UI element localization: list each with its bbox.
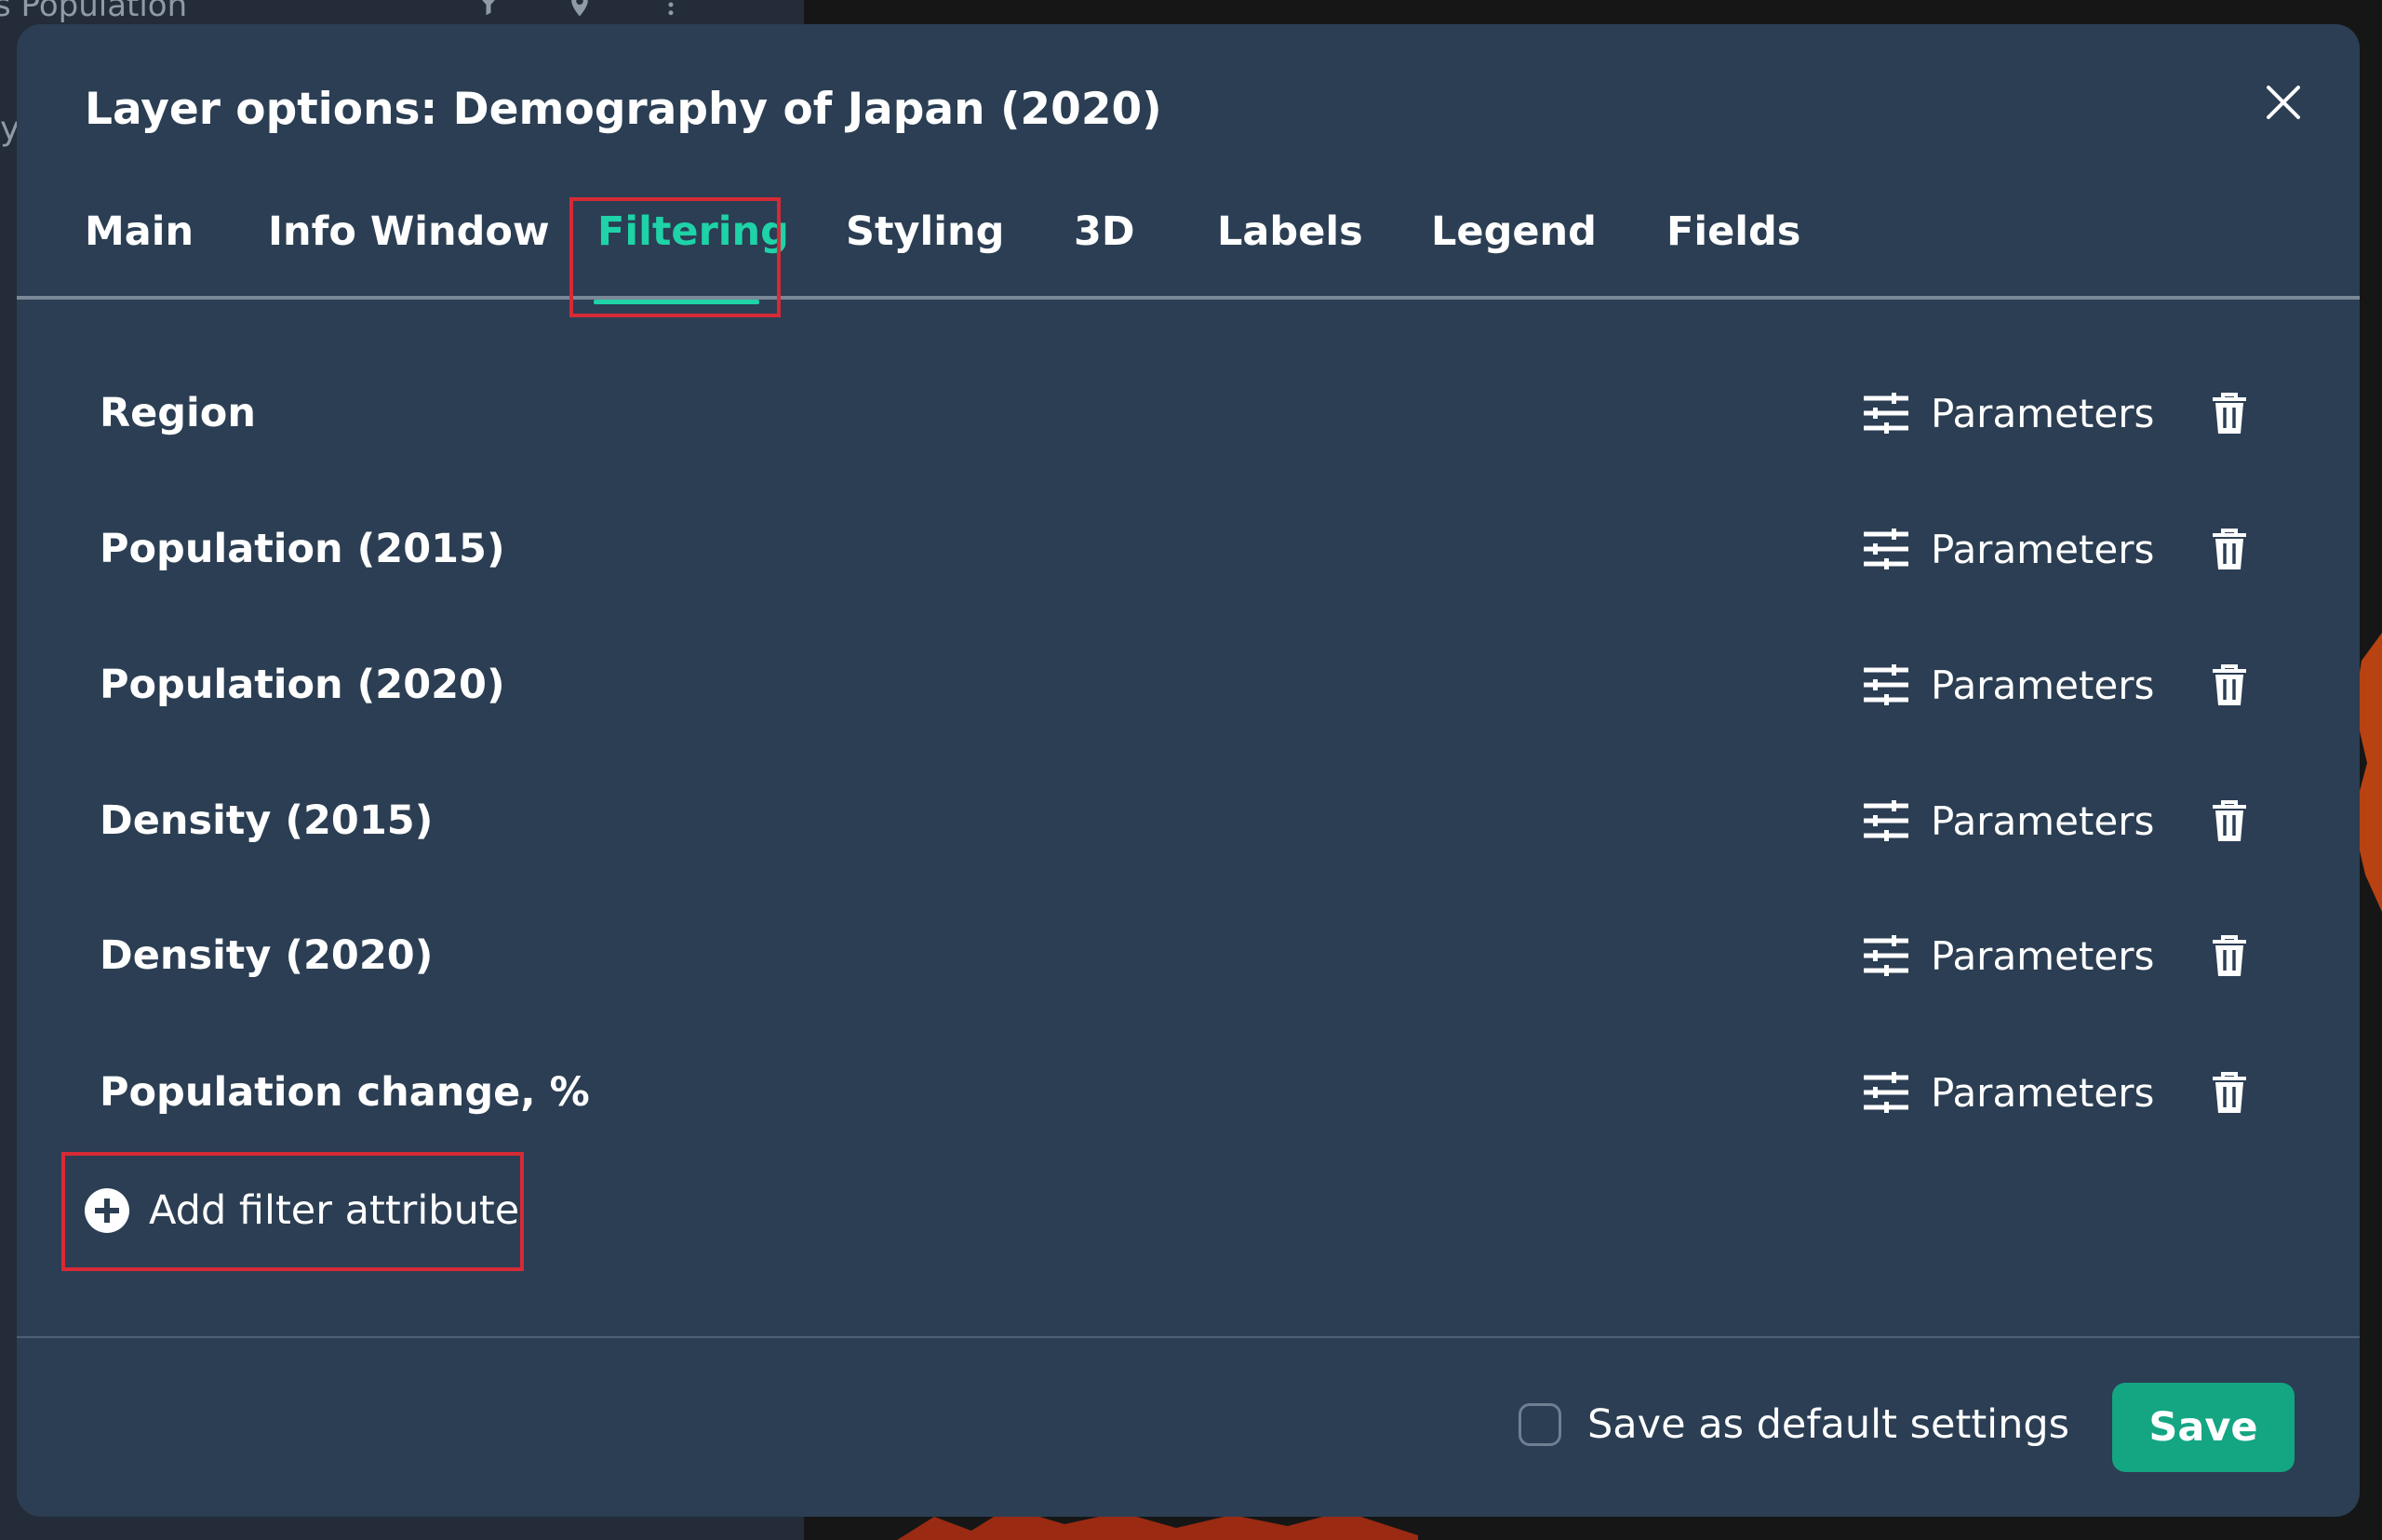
background-panel-title: s Population	[0, 0, 188, 24]
tab-fields[interactable]: Fields	[1666, 192, 1800, 322]
filter-row-population-2020: Population (2020) Parameters	[17, 638, 2360, 731]
tab-info-window[interactable]: Info Window	[268, 192, 550, 322]
filter-row-density-2015: Density (2015) Parameters	[17, 774, 2360, 867]
filter-row-density-2020: Density (2020) Parameters	[17, 909, 2360, 1002]
parameters-button[interactable]: Parameters	[1862, 774, 2154, 867]
trash-icon[interactable]	[2207, 527, 2252, 571]
tab-main[interactable]: Main	[85, 192, 194, 322]
filter-name: Population change, %	[100, 1069, 590, 1116]
save-default-checkbox[interactable]	[1519, 1403, 1561, 1446]
tab-divider	[17, 296, 2360, 300]
sliders-icon	[1864, 393, 1908, 434]
parameters-label: Parameters	[1931, 390, 2155, 436]
parameters-label: Parameters	[1931, 526, 2155, 572]
tab-3d[interactable]: 3D	[1074, 192, 1135, 322]
parameters-button[interactable]: Parameters	[1862, 638, 2154, 731]
tab-styling[interactable]: Styling	[846, 192, 1004, 322]
sliders-icon	[1864, 800, 1908, 841]
filter-icon	[482, 0, 495, 16]
sliders-icon	[1864, 529, 1908, 569]
filter-row-region: Region Parameters	[17, 367, 2360, 460]
filter-name: Density (2015)	[100, 797, 434, 844]
tab-labels[interactable]: Labels	[1217, 192, 1363, 322]
filter-name: Density (2020)	[100, 932, 434, 979]
save-button[interactable]: Save	[2112, 1383, 2295, 1472]
layer-options-modal: Layer options: Demography of Japan (2020…	[17, 24, 2360, 1517]
location-pin-icon	[571, 0, 588, 17]
filter-name: Population (2020)	[100, 662, 505, 708]
footer-divider	[17, 1336, 2360, 1338]
filter-name: Region	[100, 390, 256, 436]
sliders-icon	[1864, 664, 1908, 705]
filter-row-population-change: Population change, % Parameters	[17, 1046, 2360, 1139]
sliders-icon	[1864, 935, 1908, 976]
trash-icon[interactable]	[2207, 391, 2252, 435]
sliders-icon	[1864, 1072, 1908, 1113]
active-tab-indicator	[594, 300, 759, 304]
add-filter-attribute-button[interactable]: Add filter attribute	[84, 1161, 519, 1260]
tab-bar: Main Info Window Filtering Styling 3D La…	[17, 192, 2360, 322]
add-filter-attribute-label: Add filter attribute	[149, 1187, 520, 1234]
filter-row-population-2015: Population (2015) Parameters	[17, 502, 2360, 596]
modal-title: Layer options: Demography of Japan (2020…	[85, 84, 1162, 135]
parameters-button[interactable]: Parameters	[1862, 367, 2154, 460]
plus-circle-icon	[85, 1188, 129, 1233]
trash-icon[interactable]	[2207, 663, 2252, 707]
tab-legend[interactable]: Legend	[1431, 192, 1597, 322]
close-icon[interactable]	[2259, 78, 2308, 127]
trash-icon[interactable]	[2207, 933, 2252, 978]
parameters-button[interactable]: Parameters	[1862, 1046, 2154, 1139]
more-vertical-icon	[668, 2, 674, 16]
parameters-label: Parameters	[1931, 932, 2155, 979]
filter-name: Population (2015)	[100, 526, 505, 572]
parameters-label: Parameters	[1931, 797, 2155, 844]
background-toolbar	[475, 0, 685, 19]
trash-icon[interactable]	[2207, 1070, 2252, 1115]
parameters-label: Parameters	[1931, 1069, 2155, 1116]
trash-icon[interactable]	[2207, 798, 2252, 843]
parameters-label: Parameters	[1931, 662, 2155, 708]
parameters-button[interactable]: Parameters	[1862, 502, 2154, 596]
save-default-label[interactable]: Save as default settings	[1587, 1396, 2069, 1453]
parameters-button[interactable]: Parameters	[1862, 909, 2154, 1002]
